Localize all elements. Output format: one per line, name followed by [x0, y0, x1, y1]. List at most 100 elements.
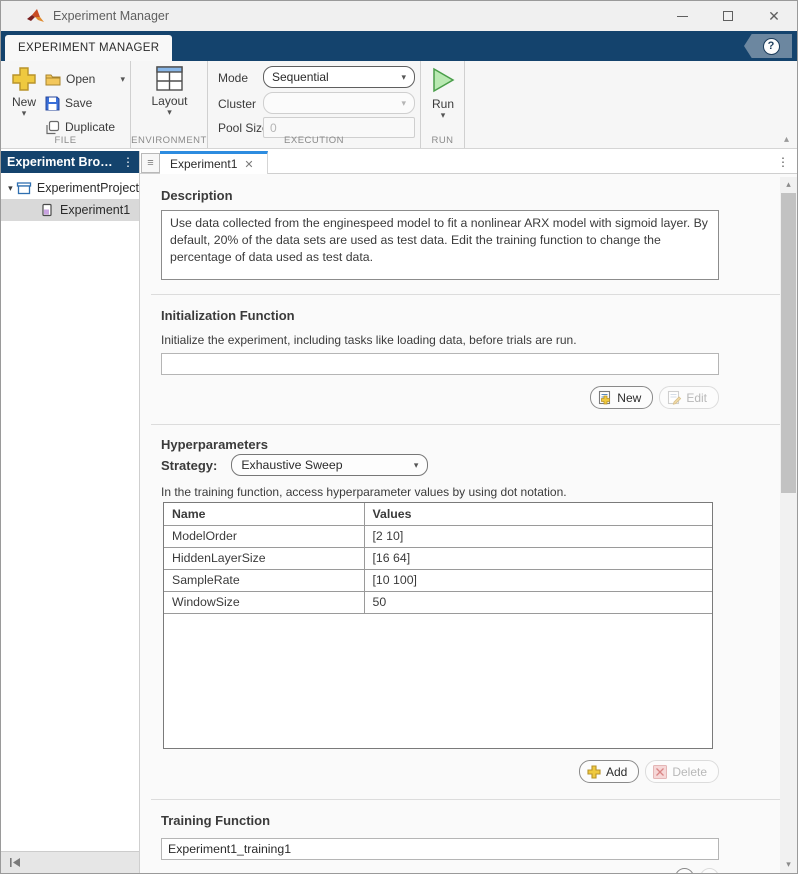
panel-collapse-bar[interactable]	[1, 851, 139, 873]
tree-item-experiment1[interactable]: Experiment1	[1, 199, 139, 221]
delete-icon	[653, 764, 668, 779]
new-button-label: New	[11, 95, 36, 109]
param-values[interactable]: [10 100]	[364, 569, 712, 592]
duplicate-icon	[46, 120, 60, 134]
open-folder-icon	[45, 74, 61, 86]
training-function-input[interactable]: Experiment1_training1	[161, 838, 719, 860]
document-actions-icon[interactable]: ⋮	[777, 155, 789, 169]
new-button[interactable]: New ▾	[6, 66, 42, 118]
layout-button-label: Layout	[151, 94, 188, 108]
tab-close-icon[interactable]: ✕	[244, 158, 253, 171]
hyperparameters-hint: In the training function, access hyperpa…	[161, 485, 567, 499]
pool-size-label: Pool Size	[218, 121, 269, 135]
tab-experiment1[interactable]: Experiment1 ✕	[160, 151, 268, 174]
toolstrip: New ▾ Open ▾ Save Duplicate FILE Layout …	[1, 61, 797, 149]
tree-item-project[interactable]: ▾ ExperimentProject	[1, 177, 139, 199]
new-caret-icon: ▾	[21, 108, 27, 118]
pool-size-value: 0	[270, 120, 277, 135]
scrollbar-thumb[interactable]	[781, 193, 796, 493]
collapse-left-icon	[10, 858, 20, 867]
description-heading: Description	[161, 188, 233, 203]
param-values[interactable]: [2 10]	[364, 525, 712, 548]
table-row[interactable]: SampleRate [10 100]	[164, 569, 712, 592]
param-values[interactable]: [16 64]	[364, 547, 712, 570]
open-caret-icon: ▾	[120, 74, 125, 84]
cluster-label: Cluster	[218, 97, 257, 111]
initialization-edit-label: Edit	[686, 390, 707, 405]
clipped-button[interactable]	[700, 868, 719, 873]
minimize-icon	[676, 15, 688, 17]
param-values[interactable]: 50	[364, 591, 712, 614]
workspace: Experiment Bro… ⋮ ▾ ExperimentProject Ex…	[1, 151, 797, 873]
strategy-caret-icon: ▾	[413, 460, 419, 470]
table-row[interactable]: ModelOrder [2 10]	[164, 525, 712, 548]
param-name[interactable]: WindowSize	[164, 591, 365, 614]
maximize-icon	[723, 11, 733, 21]
initialization-function-input[interactable]	[161, 353, 719, 375]
panel-menu-icon[interactable]: ⋮	[122, 155, 134, 169]
table-row[interactable]: HiddenLayerSize [16 64]	[164, 547, 712, 570]
param-name[interactable]: HiddenLayerSize	[164, 547, 365, 570]
project-icon	[16, 182, 32, 195]
new-function-icon	[599, 390, 611, 404]
help-icon: ?	[762, 37, 780, 55]
toolstrip-section-execution: Mode Sequential ▾ Cluster ▾ Pool Size 0	[208, 61, 421, 148]
experiment-tree: ▾ ExperimentProject Experiment1	[1, 173, 139, 221]
training-heading: Training Function	[161, 813, 271, 828]
toolstrip-section-environment: Layout ▾ ENVIRONMENT	[131, 61, 208, 148]
run-caret-icon: ▾	[440, 110, 446, 120]
tree-item-label: ExperimentProject	[36, 181, 139, 195]
expand-caret-icon[interactable]: ▾	[5, 183, 16, 194]
layout-button[interactable]: Layout ▾	[131, 66, 208, 117]
strategy-dropdown[interactable]: Exhaustive Sweep ▾	[231, 454, 429, 476]
execution-section-label: EXECUTION	[284, 135, 344, 146]
toolstrip-section-file: New ▾ Open ▾ Save Duplicate FILE	[1, 61, 131, 148]
mode-label: Mode	[218, 71, 249, 85]
layout-caret-icon: ▾	[167, 107, 172, 117]
cluster-caret-icon: ▾	[401, 98, 406, 108]
tree-item-label: Experiment1	[60, 203, 131, 217]
open-button[interactable]: Open ▾	[45, 67, 131, 91]
add-parameter-button[interactable]: Add	[578, 760, 640, 783]
hyperparameters-table[interactable]: Name Values ModelOrder [2 10] HiddenLaye…	[163, 502, 713, 749]
delete-parameter-button[interactable]: Delete	[645, 760, 719, 783]
initialization-heading: Initialization Function	[161, 308, 295, 323]
initialization-edit-button[interactable]: Edit	[659, 386, 719, 409]
tab-experiment-manager[interactable]: EXPERIMENT MANAGER	[5, 35, 173, 61]
strategy-label: Strategy:	[161, 457, 218, 473]
app-window: Experiment Manager ✕ EXPERIMENT MANAGER …	[0, 0, 798, 874]
param-name[interactable]: ModelOrder	[164, 525, 365, 548]
clipped-button[interactable]	[675, 868, 694, 873]
toolstrip-section-run: Run ▾ RUN	[421, 61, 465, 148]
toolstrip-collapse-button[interactable]: ▴	[784, 134, 789, 145]
column-header-name[interactable]: Name	[164, 503, 365, 526]
experiment-browser-panel: Experiment Bro… ⋮ ▾ ExperimentProject Ex…	[1, 151, 140, 873]
delete-parameter-label: Delete	[672, 764, 707, 779]
layout-icon	[156, 66, 183, 91]
run-button-label: Run	[431, 97, 454, 111]
close-button[interactable]: ✕	[751, 1, 797, 31]
experiment-form: Description Use data collected from the …	[140, 174, 797, 873]
vertical-scrollbar[interactable]: ▴ ▾	[780, 177, 797, 873]
save-button[interactable]: Save	[45, 91, 131, 115]
table-row[interactable]: WindowSize 50	[164, 591, 712, 614]
window-title: Experiment Manager	[53, 9, 170, 23]
param-name[interactable]: SampleRate	[164, 569, 365, 592]
add-parameter-label: Add	[605, 764, 628, 779]
help-button[interactable]: ?	[744, 34, 792, 58]
minimize-button[interactable]	[659, 1, 705, 31]
initialization-new-button[interactable]: New	[590, 386, 654, 409]
document-bar-menu-button[interactable]: ≡	[141, 153, 160, 173]
maximize-button[interactable]	[705, 1, 751, 31]
open-button-label: Open	[66, 72, 96, 86]
duplicate-button-label: Duplicate	[65, 120, 116, 134]
scroll-up-icon[interactable]: ▴	[780, 177, 797, 192]
scroll-down-icon[interactable]: ▾	[780, 857, 797, 872]
cluster-dropdown[interactable]: ▾	[263, 92, 415, 114]
description-textarea[interactable]: Use data collected from the enginespeed …	[161, 210, 719, 280]
run-button[interactable]: Run ▾	[421, 66, 465, 120]
experiment-icon	[42, 203, 52, 217]
mode-dropdown[interactable]: Sequential ▾	[263, 66, 415, 88]
file-section-label: FILE	[54, 135, 77, 146]
column-header-values[interactable]: Values	[364, 503, 712, 526]
